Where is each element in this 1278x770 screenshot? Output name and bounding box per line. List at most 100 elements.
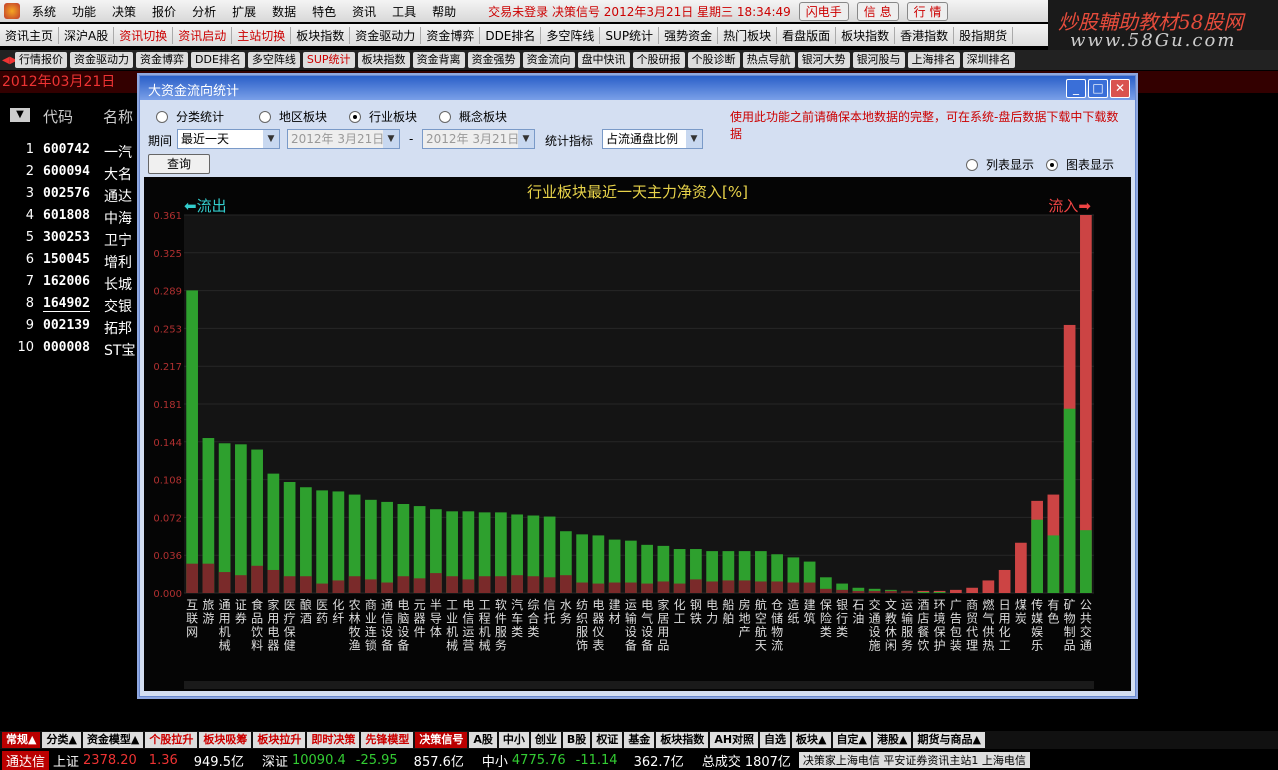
bar-inflow[interactable]	[283, 576, 296, 593]
menu-tools[interactable]: 工具	[384, 3, 424, 20]
bar-inflow[interactable]	[202, 563, 215, 593]
category-tab[interactable]: 资金模型▲	[82, 732, 144, 748]
category-tab[interactable]: 决策信号	[415, 732, 468, 748]
tab-item[interactable]: 盘中快讯	[577, 52, 630, 68]
tab-item[interactable]: 上海排名	[907, 52, 960, 68]
chevron-down-icon[interactable]: ▼	[263, 130, 279, 148]
bar-inflow[interactable]	[641, 583, 653, 593]
category-tab[interactable]: 基金	[624, 732, 655, 748]
category-tab[interactable]: 分类▲	[42, 732, 81, 748]
header-name[interactable]: 名称	[103, 106, 133, 127]
menu-quote[interactable]: 报价	[144, 3, 184, 20]
toolbar-item[interactable]: 板块指数	[836, 26, 896, 44]
tab-item[interactable]: 资金流向	[522, 52, 575, 68]
bar-inflow[interactable]	[787, 582, 800, 593]
toolbar-item[interactable]: 股指期货	[954, 26, 1014, 44]
radio-concept[interactable]: 概念板块	[439, 108, 507, 125]
close-icon[interactable]: ✕	[1110, 79, 1130, 98]
bar-inflow[interactable]	[998, 569, 1011, 593]
toolbar-item[interactable]: 资讯主页	[0, 26, 60, 44]
bar-inflow[interactable]	[235, 575, 247, 593]
bar-inflow[interactable]	[836, 589, 848, 593]
bar-outflow[interactable]	[316, 490, 328, 593]
tab-item[interactable]: 多空阵线	[247, 52, 300, 68]
bar-inflow[interactable]	[706, 581, 718, 593]
menu-decision[interactable]: 决策	[104, 3, 144, 20]
bar-inflow[interactable]	[413, 578, 426, 593]
header-code[interactable]: 代码	[43, 106, 73, 127]
bar-inflow[interactable]	[1015, 542, 1027, 593]
bar-inflow[interactable]	[478, 576, 491, 593]
bar-inflow[interactable]	[430, 573, 442, 593]
bar-inflow[interactable]	[381, 582, 393, 593]
toolbar-item[interactable]: 强势资金	[659, 26, 719, 44]
category-tab[interactable]: 创业	[530, 732, 561, 748]
dialog-titlebar[interactable]: 大资金流向统计 _ □ ✕	[140, 76, 1135, 100]
tab-item[interactable]: 深圳排名	[962, 52, 1015, 68]
bar-inflow[interactable]	[397, 576, 410, 593]
chevron-down-icon[interactable]: ▼	[686, 130, 702, 148]
toolbar-item[interactable]: 资金驱动力	[350, 26, 422, 44]
tab-item[interactable]: 资金博弈	[136, 52, 188, 68]
tab-item[interactable]: 个股诊断	[687, 52, 740, 68]
category-tab[interactable]: 先锋模型	[361, 732, 414, 748]
bar-outflow[interactable]	[235, 444, 247, 593]
bar-inflow[interactable]	[803, 582, 816, 593]
menu-help[interactable]: 帮助	[424, 3, 464, 20]
category-tab[interactable]: 权证	[592, 732, 623, 748]
radio-dot-icon[interactable]	[966, 158, 978, 171]
date-from-picker[interactable]: 2012年 3月21日 ▼	[287, 129, 400, 149]
bar-inflow[interactable]	[755, 581, 767, 593]
bar-inflow[interactable]	[267, 569, 280, 593]
category-tab[interactable]: 板块拉升	[253, 732, 306, 748]
bar-inflow[interactable]	[966, 587, 978, 593]
toolbar-item[interactable]: 多空阵线	[541, 26, 601, 44]
menu-system[interactable]: 系统	[24, 3, 64, 20]
bar-inflow[interactable]	[982, 580, 995, 593]
info-button[interactable]: 信 息	[856, 1, 899, 21]
category-tab[interactable]: AH对照	[710, 732, 759, 748]
category-tab[interactable]: 常规▲	[2, 732, 41, 748]
bar-inflow[interactable]	[901, 590, 913, 593]
table-row[interactable]: 6 150045 增利	[0, 252, 140, 274]
radio-dot-icon[interactable]	[156, 110, 168, 123]
bar-inflow[interactable]	[820, 588, 832, 593]
category-tab[interactable]: 板块指数	[656, 732, 709, 748]
bar-inflow[interactable]	[885, 590, 897, 593]
tab-item[interactable]: 行情报价	[15, 52, 67, 68]
bar-inflow[interactable]	[592, 583, 605, 593]
chevron-down-icon[interactable]: ▼	[383, 130, 399, 148]
table-row[interactable]: 7 162006 长城	[0, 274, 140, 296]
bar-outflow[interactable]	[933, 591, 946, 593]
horizontal-scrollbar[interactable]	[184, 681, 1094, 689]
toolbar-item[interactable]: DDE排名	[480, 26, 542, 44]
bar-inflow[interactable]	[332, 580, 345, 593]
category-tab[interactable]: 港股▲	[872, 732, 912, 748]
bar-inflow[interactable]	[690, 579, 702, 593]
category-tab[interactable]: 自定▲	[832, 732, 871, 748]
tab-item[interactable]: 资金强势	[467, 52, 520, 68]
radio-category[interactable]: 分类统计	[156, 108, 224, 125]
toolbar-item[interactable]: 深沪A股	[59, 26, 115, 44]
category-tab[interactable]: 板块吸筹	[199, 732, 252, 748]
tab-item[interactable]: 资金驱动力	[70, 52, 133, 68]
bar-inflow[interactable]	[868, 590, 881, 593]
bar-inflow[interactable]	[657, 581, 670, 593]
bar-outflow[interactable]	[917, 591, 930, 593]
category-tab[interactable]: 期货与商品▲	[913, 732, 985, 748]
radio-list-view[interactable]: 列表显示	[966, 156, 1034, 173]
radio-industry[interactable]: 行业板块	[349, 108, 417, 125]
radio-region[interactable]: 地区板块	[259, 108, 327, 125]
table-row[interactable]: 2 600094 大名	[0, 164, 140, 186]
bar-outflow[interactable]	[381, 501, 393, 593]
bar-inflow[interactable]	[511, 575, 523, 593]
date-to-picker[interactable]: 2012年 3月21日 ▼	[422, 129, 535, 149]
table-row[interactable]: 1 600742 一汽	[0, 142, 140, 164]
radio-dot-selected-icon[interactable]	[349, 110, 361, 123]
bar-inflow[interactable]	[251, 565, 263, 593]
tab-item[interactable]: 热点导航	[742, 52, 795, 68]
bar-inflow[interactable]	[771, 581, 783, 593]
minimize-icon[interactable]: _	[1066, 79, 1086, 98]
radio-dot-icon[interactable]	[439, 110, 451, 123]
tab-item[interactable]: 银河大势	[797, 52, 850, 68]
